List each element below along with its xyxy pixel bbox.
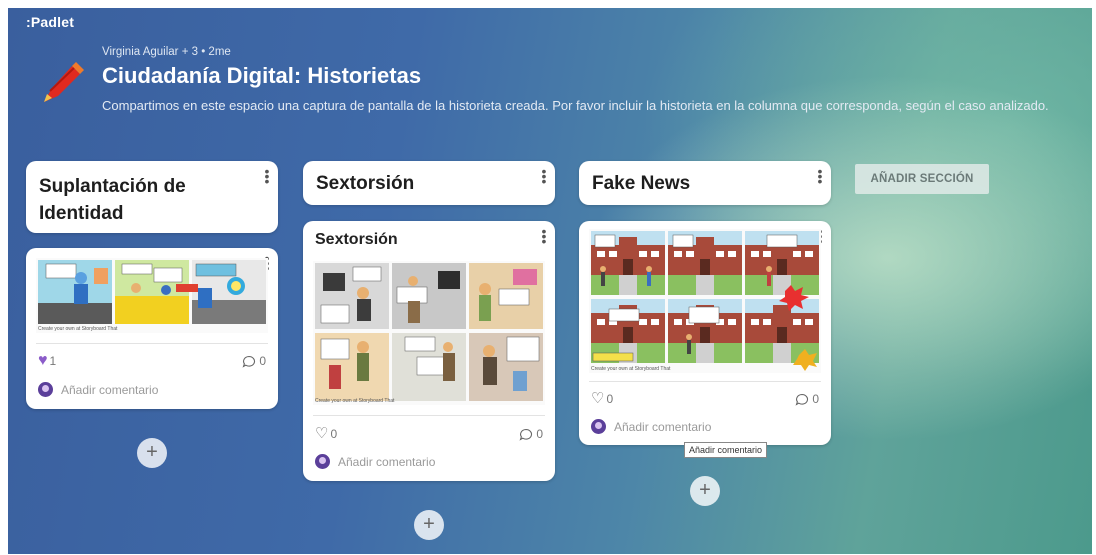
add-post-button[interactable]: + bbox=[137, 438, 167, 468]
section-header-suplantacion[interactable]: Suplantación de Identidad • • • bbox=[26, 161, 278, 233]
add-comment-placeholder: Añadir comentario bbox=[338, 454, 436, 469]
add-comment-field[interactable]: Añadir comentario bbox=[38, 382, 266, 397]
comment-count: 0 bbox=[812, 392, 819, 406]
heart-outline-icon: ♡ bbox=[315, 425, 329, 442]
post-menu-icon[interactable]: ••• bbox=[541, 224, 547, 248]
like-count: 0 bbox=[330, 427, 338, 441]
comments-button[interactable]: 0 bbox=[795, 392, 819, 406]
comic-credit: Create your own at Storyboard That bbox=[315, 398, 395, 404]
avatar bbox=[38, 382, 53, 397]
comic-credit: Create your own at Storyboard That bbox=[591, 366, 671, 372]
section-menu-icon[interactable]: • • • bbox=[541, 164, 547, 188]
add-comment-placeholder: Añadir comentario bbox=[614, 419, 712, 434]
section-title: Fake News bbox=[592, 173, 691, 194]
section-header-fake-news[interactable]: Fake News • • • bbox=[579, 161, 831, 205]
add-comment-tooltip: Añadir comentario bbox=[684, 442, 768, 458]
comic-image[interactable]: Create your own at Storyboard That bbox=[589, 229, 821, 373]
add-post-button[interactable]: + bbox=[690, 476, 720, 506]
board-description: Compartimos en este espacio una captura … bbox=[102, 98, 1049, 113]
comment-count: 0 bbox=[259, 354, 266, 368]
post-card-suplantacion[interactable]: ••• bbox=[26, 248, 278, 409]
post-card-sextorsion[interactable]: Sextorsión • • • Create your own at Stor… bbox=[303, 221, 555, 481]
add-comment-placeholder: Añadir comentario bbox=[61, 382, 159, 397]
board-pencil-icon bbox=[44, 62, 84, 102]
comic-credit: Create your own at Storyboard That bbox=[38, 326, 118, 332]
avatar bbox=[591, 419, 606, 434]
padlet-board: :Padlet Virginia Aguilar + 3 • 2me Ciuda… bbox=[8, 8, 1092, 554]
like-button[interactable]: ♡ 0 bbox=[315, 425, 338, 442]
like-button[interactable]: ♡ 0 bbox=[591, 390, 614, 407]
like-button[interactable]: ♥ 1 bbox=[38, 352, 57, 369]
section-menu-icon[interactable]: • • • bbox=[817, 164, 823, 188]
add-comment-field[interactable]: Añadir comentario bbox=[591, 419, 819, 434]
add-post-button[interactable]: + bbox=[414, 510, 444, 540]
like-count: 0 bbox=[606, 392, 614, 406]
comic-image[interactable]: Create your own at Storyboard That bbox=[36, 258, 268, 333]
comment-bubble-icon bbox=[519, 428, 533, 441]
section-title: Sextorsión bbox=[316, 173, 415, 194]
heart-outline-icon: ♡ bbox=[591, 390, 605, 407]
comment-count: 0 bbox=[536, 427, 543, 441]
padlet-logo[interactable]: :Padlet bbox=[26, 14, 74, 30]
post-card-fake-news[interactable]: ••• bbox=[579, 221, 831, 445]
heart-filled-icon: ♥ bbox=[38, 352, 48, 369]
comments-button[interactable]: 0 bbox=[242, 354, 266, 368]
comment-bubble-icon bbox=[795, 393, 809, 406]
avatar bbox=[315, 454, 330, 469]
section-menu-icon[interactable]: • • • bbox=[264, 164, 270, 188]
comic-image[interactable]: Create your own at Storyboard That bbox=[313, 261, 545, 405]
section-title: Suplantación de Identidad bbox=[39, 176, 186, 224]
comment-bubble-icon bbox=[242, 355, 256, 368]
section-header-sextorsion[interactable]: Sextorsión • • • bbox=[303, 161, 555, 205]
board-meta: Virginia Aguilar + 3 • 2me bbox=[102, 46, 231, 58]
add-section-button[interactable]: AÑADIR SECCIÓN bbox=[855, 164, 989, 194]
board-title: Ciudadanía Digital: Historietas bbox=[102, 63, 422, 88]
add-comment-field[interactable]: Añadir comentario bbox=[315, 454, 543, 469]
like-count: 1 bbox=[49, 354, 57, 368]
post-title: Sextorsión bbox=[315, 231, 398, 248]
comments-button[interactable]: 0 bbox=[519, 427, 543, 441]
